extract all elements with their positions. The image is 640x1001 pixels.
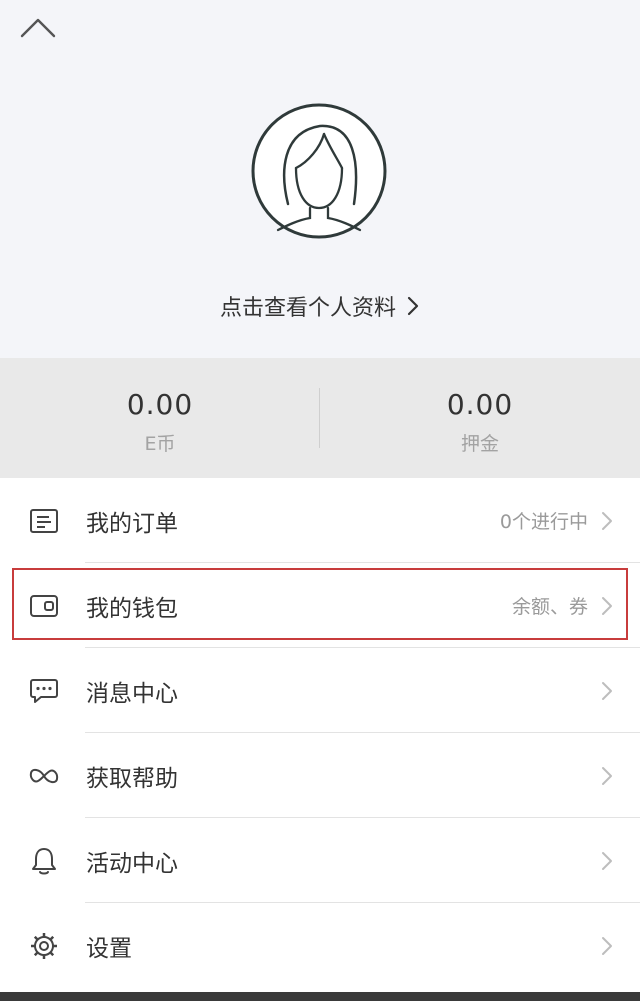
- menu-item-status: 余额、券: [511, 596, 588, 618]
- menu-item-label: 获取帮助: [86, 765, 178, 792]
- menu-item-label: 我的订单: [86, 510, 178, 537]
- chevron-right-icon: [602, 766, 612, 785]
- chevron-right-icon: [407, 296, 419, 316]
- deposit-value: 0.00: [446, 388, 514, 421]
- menu-item-help[interactable]: 获取帮助: [0, 733, 640, 818]
- menu-item-label: 我的钱包: [86, 595, 178, 622]
- gear-icon: [28, 930, 60, 962]
- wallet-icon: [28, 590, 60, 622]
- user-avatar-icon: [251, 103, 387, 239]
- bell-icon: [28, 845, 60, 877]
- order-list-icon: [28, 505, 60, 537]
- bottom-edge: [0, 992, 640, 1001]
- chevron-right-icon: [602, 596, 612, 615]
- stat-e-coin[interactable]: 0.00 E币: [0, 358, 320, 478]
- menu-item-orders[interactable]: 我的订单 0个进行中: [0, 478, 640, 563]
- stat-deposit[interactable]: 0.00 押金: [320, 358, 640, 478]
- menu-item-label: 设置: [86, 935, 132, 962]
- chevron-right-icon: [602, 681, 612, 700]
- menu-item-label: 消息中心: [86, 680, 178, 707]
- menu-item-label: 活动中心: [86, 850, 178, 877]
- chevron-right-icon: [602, 851, 612, 870]
- help-icon: [28, 760, 60, 792]
- menu-item-messages[interactable]: 消息中心: [0, 648, 640, 733]
- stats-divider: [319, 388, 320, 448]
- collapse-button[interactable]: [18, 12, 62, 44]
- e-coin-value: 0.00: [126, 388, 194, 421]
- chevron-right-icon: [602, 936, 612, 955]
- menu-list: 我的订单 0个进行中 我的钱包 余额、券 消息中心 获取帮助 活动中心 设置: [0, 478, 640, 988]
- menu-item-status: 0个进行中: [499, 511, 588, 533]
- view-profile-link[interactable]: 点击查看个人资料: [0, 286, 640, 326]
- menu-item-settings[interactable]: 设置: [0, 903, 640, 988]
- view-profile-label: 点击查看个人资料: [219, 296, 396, 321]
- avatar[interactable]: [250, 102, 388, 240]
- e-coin-label: E币: [144, 433, 176, 455]
- menu-item-wallet[interactable]: 我的钱包 余额、券: [0, 563, 640, 648]
- deposit-label: 押金: [460, 433, 499, 455]
- chevron-up-icon: [20, 18, 56, 38]
- menu-item-activity[interactable]: 活动中心: [0, 818, 640, 903]
- message-icon: [28, 675, 60, 707]
- profile-header: 点击查看个人资料: [0, 0, 640, 358]
- chevron-right-icon: [602, 511, 612, 530]
- stats-bar: 0.00 E币 0.00 押金: [0, 358, 640, 478]
